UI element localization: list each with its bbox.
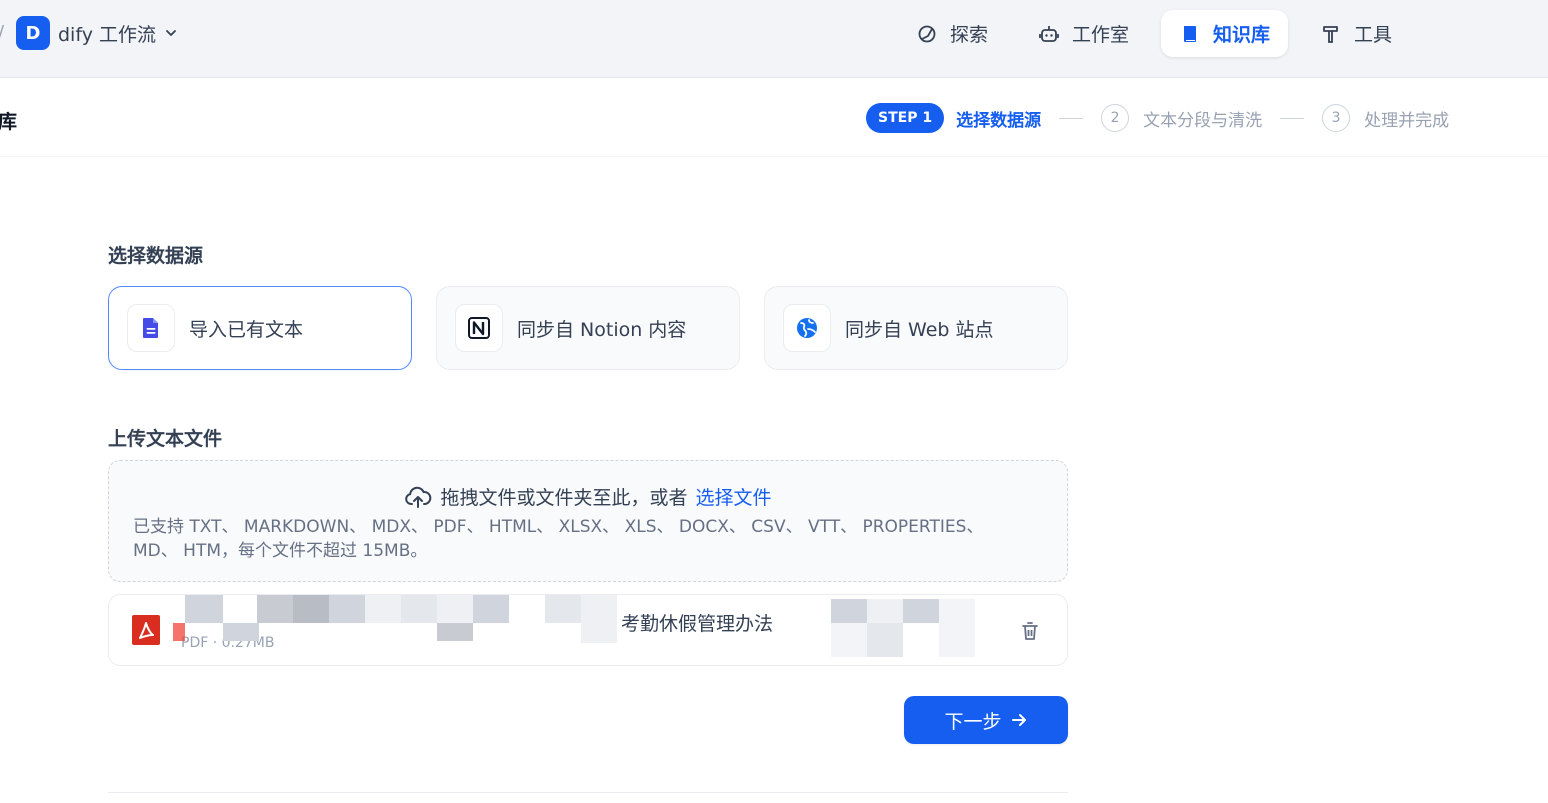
page-title-fragment: 库	[0, 111, 18, 133]
dropzone-prompt-row: 拖拽文件或文件夹至此，或者 选择文件	[109, 483, 1067, 510]
app-switcher[interactable]: D dify 工作流	[16, 16, 178, 50]
src-icon-box	[455, 304, 503, 352]
compass-icon	[918, 25, 936, 42]
stepper: STEP 1 选择数据源 2 文本分段与清洗 3 处理并完成	[866, 103, 1449, 133]
source-import-text[interactable]: 导入已有文本	[108, 286, 412, 370]
source-import-text-label: 导入已有文本	[189, 318, 304, 341]
bottom-divider	[108, 792, 1068, 793]
datasource-options: 导入已有文本 同步自 Notion 内容 同步自 Web 站点	[108, 286, 1068, 370]
app-name: dify 工作流	[58, 23, 156, 46]
next-step-label: 下一步	[944, 710, 1002, 733]
file-meta: PDF · 0.27MB	[181, 635, 275, 651]
nav-tools-label: 工具	[1354, 24, 1393, 46]
step-3-number: 3	[1322, 104, 1351, 132]
source-web[interactable]: 同步自 Web 站点	[764, 286, 1068, 370]
step-3-label: 处理并完成	[1364, 110, 1450, 131]
file-name-text: 考勤休假管理办法	[621, 613, 774, 635]
step-2-label: 文本分段与清洗	[1143, 110, 1263, 131]
nav-tools[interactable]: 工具	[1302, 10, 1410, 57]
chevron-down-icon	[166, 30, 176, 36]
upload-title: 上传文本文件	[108, 428, 223, 450]
nav-knowledge[interactable]: 知识库	[1161, 10, 1289, 57]
select-file-link[interactable]: 选择文件	[696, 483, 772, 510]
nav-studio[interactable]: 工作室	[1020, 10, 1147, 57]
nav-explore-label: 探索	[950, 24, 989, 46]
book-icon	[1184, 25, 1197, 42]
source-web-label: 同步自 Web 站点	[845, 318, 994, 341]
step-1-badge: STEP 1	[866, 103, 945, 133]
nav-studio-label: 工作室	[1072, 24, 1130, 46]
breadcrumb-separator: /	[0, 22, 4, 43]
step-divider	[1059, 117, 1084, 119]
hammer-icon	[1323, 25, 1338, 43]
next-step-button[interactable]: 下一步	[904, 696, 1068, 744]
globe-icon	[797, 318, 817, 338]
src-icon-box	[127, 304, 175, 352]
top-header: / D dify 工作流 探索 工作室 知识库 工具	[0, 0, 1548, 78]
notion-icon	[468, 317, 490, 339]
dropzone-prompt: 拖拽文件或文件夹至此，或者	[440, 487, 688, 509]
app-logo: D	[16, 16, 50, 50]
uploaded-file-item[interactable]: 考勤休假管理办法 PDF · 0.27MB	[108, 594, 1068, 666]
step-divider	[1280, 117, 1305, 119]
source-notion-label: 同步自 Notion 内容	[517, 318, 687, 341]
sub-header: 库 STEP 1 选择数据源 2 文本分段与清洗 3 处理并完成	[0, 79, 1548, 157]
source-notion[interactable]: 同步自 Notion 内容	[436, 286, 740, 370]
arrow-right-icon	[1011, 714, 1026, 726]
file-text-icon	[143, 318, 158, 338]
supported-formats: 已支持 TXT、 MARKDOWN、 MDX、 PDF、 HTML、 XLSX、…	[133, 517, 984, 561]
pdf-icon	[132, 615, 160, 645]
delete-file-icon[interactable]	[1019, 620, 1041, 642]
cloud-upload-icon	[405, 486, 432, 508]
main-nav: 探索 工作室 知识库 工具	[898, 10, 1410, 57]
robot-icon	[1039, 25, 1059, 42]
datasource-title: 选择数据源	[108, 245, 204, 267]
file-dropzone[interactable]: 拖拽文件或文件夹至此，或者 选择文件 已支持 TXT、 MARKDOWN、 MD…	[108, 460, 1068, 582]
file-name: 考勤休假管理办法	[181, 609, 881, 636]
nav-explore[interactable]: 探索	[898, 10, 1006, 57]
step-1-label: 选择数据源	[956, 110, 1042, 131]
nav-knowledge-label: 知识库	[1213, 24, 1271, 46]
src-icon-box	[783, 304, 831, 352]
step-2-number: 2	[1101, 104, 1130, 132]
